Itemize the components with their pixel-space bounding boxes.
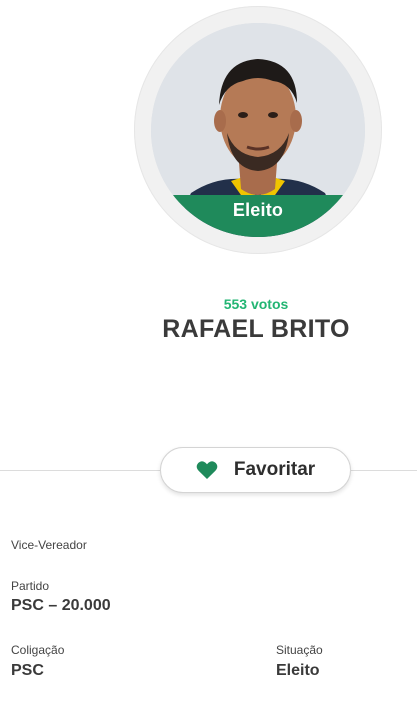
candidate-name: RAFAEL BRITO (162, 315, 350, 343)
candidate-photo: Eleito (151, 23, 365, 237)
favorite-button[interactable]: Favoritar (160, 447, 351, 493)
party-label: Partido (11, 579, 50, 593)
situation-value: Eleito (276, 662, 320, 679)
coalition-value: PSC (11, 662, 44, 679)
party-value: PSC – 20.000 (11, 597, 111, 614)
status-badge: Eleito (151, 195, 365, 237)
vote-count: 553 votos (223, 296, 289, 312)
heart-icon (196, 460, 218, 480)
favorite-button-label: Favoritar (233, 459, 316, 480)
role-text: Vice-Vereador (11, 538, 87, 552)
coalition-label: Coligação (11, 643, 65, 657)
situation-label: Situação (276, 643, 323, 657)
